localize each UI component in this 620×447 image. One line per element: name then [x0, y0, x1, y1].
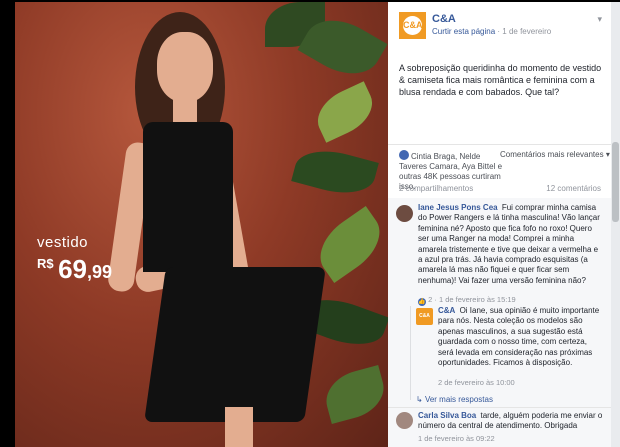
like-page-link[interactable]: Curtir esta página [432, 27, 495, 36]
reply-thread-line [410, 306, 411, 400]
model-leg [225, 407, 253, 447]
divider [388, 407, 611, 408]
comments-count[interactable]: 12 comentários [546, 184, 601, 193]
comment-likes[interactable]: 2 [428, 295, 432, 304]
chevron-down-icon[interactable]: ▾ [597, 14, 602, 25]
price-label: vestido [37, 234, 89, 251]
comment-author[interactable]: Iane Jesus Pons Cea [418, 203, 498, 212]
price-currency: R$ [37, 256, 54, 271]
page-logo[interactable]: C&A [399, 12, 426, 39]
post-caption: A sobreposição queridinha do momento de … [399, 63, 602, 97]
comments-list: Iane Jesus Pons Cea Fui comprar minha ca… [388, 198, 611, 447]
reply-author[interactable]: C&A [438, 306, 455, 315]
leaf-decoration [291, 142, 379, 202]
comment-date[interactable]: 1 de fevereiro às 15:19 [439, 295, 516, 304]
model-dress [143, 122, 233, 272]
divider [388, 144, 611, 145]
like-icon: 👍 [418, 298, 426, 306]
reply-meta: 2 de fevereiro às 10:00 [438, 378, 515, 387]
comment-body: Carla Silva Boa tarde, alguém poderia me… [418, 411, 604, 432]
avatar[interactable]: C&A [416, 308, 433, 325]
like-icon [399, 150, 409, 160]
leaf-decoration [320, 365, 388, 424]
reply-body: C&A Oi Iane, sua opinião é muito importa… [438, 306, 603, 369]
price-integer: 69 [58, 254, 87, 284]
avatar[interactable] [396, 205, 413, 222]
comment-date[interactable]: 1 de fevereiro às 09:22 [418, 434, 495, 443]
comment-meta: 👍 2 · 1 de fevereiro às 15:19 [418, 295, 516, 306]
comment-body: Iane Jesus Pons Cea Fui comprar minha ca… [418, 203, 604, 286]
post-date[interactable]: 1 de fevereiro [502, 27, 551, 36]
avatar[interactable] [396, 412, 413, 429]
more-replies-link[interactable]: ↳ Ver mais respostas [416, 395, 493, 404]
scrollbar-thumb[interactable] [612, 142, 619, 222]
price-decimal: ,99 [87, 262, 113, 282]
model-dress-skirt [144, 267, 326, 422]
comment-text: Fui comprar minha camisa do Power Ranger… [418, 203, 600, 285]
reply-date[interactable]: 2 de fevereiro às 10:00 [438, 378, 515, 387]
comment-sort-dropdown[interactable]: Comentários mais relevantes ▾ [500, 150, 610, 159]
post-subheader: Curtir esta página · 1 de fevereiro [432, 27, 552, 36]
comment-meta: 1 de fevereiro às 09:22 [418, 434, 495, 443]
reply-text: Oi Iane, sua opinião é muito importante … [438, 306, 600, 368]
scrollbar[interactable] [611, 2, 620, 447]
price-tag: R$ 69,99 [37, 254, 112, 285]
leaf-decoration [309, 81, 381, 143]
shares-count[interactable]: 2 compartilhamentos [399, 184, 473, 193]
post-photo[interactable]: vestido R$ 69,99 [15, 2, 388, 447]
comment-author[interactable]: Carla Silva Boa [418, 411, 476, 420]
model-face [157, 32, 213, 102]
post-header: C&A C&A Curtir esta página · 1 de fevere… [399, 12, 604, 42]
page-name-link[interactable]: C&A [432, 13, 456, 25]
post-sidebar: C&A C&A Curtir esta página · 1 de fevere… [388, 2, 611, 447]
